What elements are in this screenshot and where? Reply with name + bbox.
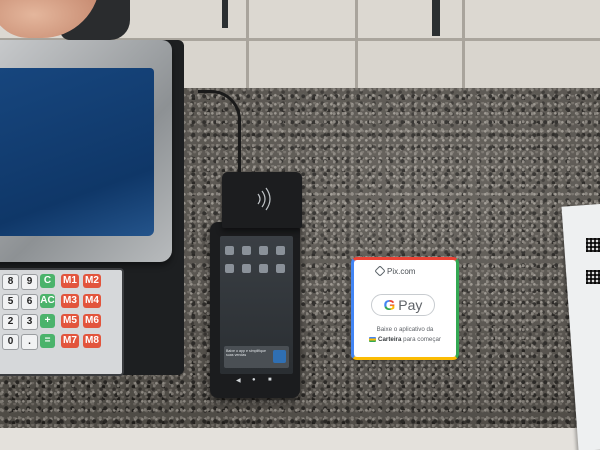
home-icon[interactable]: ●: [252, 377, 256, 383]
sticker-line-2: Carteira para começar: [354, 336, 456, 343]
scale-key[interactable]: M5: [61, 314, 79, 328]
app-icon[interactable]: [225, 264, 234, 273]
scale-key[interactable]: M2: [83, 274, 101, 288]
scale-key[interactable]: =: [40, 334, 55, 348]
pay-word: Pay: [398, 297, 423, 313]
scale-key[interactable]: 9: [21, 274, 38, 290]
scale-key[interactable]: M1: [61, 274, 79, 288]
wallet-word: Carteira: [378, 336, 402, 343]
counter-edge: [0, 428, 600, 450]
app-icon[interactable]: [276, 264, 285, 273]
photo-scene: 8 9 C M1 M2 5 6 AC M3 M4 2 3 + M5 M6 0 .…: [0, 0, 600, 450]
recent-apps-icon[interactable]: ■: [268, 377, 272, 383]
scale-key[interactable]: AC: [40, 294, 55, 308]
scale-keypad: 8 9 C M1 M2 5 6 AC M3 M4 2 3 + M5 M6 0 .…: [0, 268, 124, 376]
sticker-line-1: Baixe o aplicativo da: [376, 326, 434, 333]
chair-leg: [222, 0, 228, 28]
app-icon[interactable]: [259, 264, 268, 273]
scale-key[interactable]: 2: [2, 314, 19, 330]
pos-banner-logo: [273, 350, 286, 363]
wallet-icon: [369, 336, 377, 342]
google-pay-sticker: Pix.com G Pay Baixe o aplicativo da Cart…: [351, 257, 459, 360]
scale-key[interactable]: M8: [83, 334, 101, 348]
google-g-icon: G: [383, 296, 396, 314]
scale-key[interactable]: M6: [83, 314, 101, 328]
app-icon[interactable]: [242, 264, 251, 273]
contactless-icon: [257, 187, 271, 211]
scale-key[interactable]: 0: [2, 334, 19, 350]
back-icon[interactable]: ◀: [236, 377, 241, 384]
pos-promo-banner[interactable]: Baixe o app e simplifique suas vendas: [224, 346, 289, 368]
app-icon[interactable]: [259, 246, 268, 255]
qr-code: [586, 270, 600, 284]
scale-key[interactable]: .: [21, 334, 38, 350]
app-icon[interactable]: [242, 246, 251, 255]
scale-key[interactable]: 5: [2, 294, 19, 310]
scale-key[interactable]: M7: [61, 334, 79, 348]
scale-key[interactable]: M4: [83, 294, 101, 308]
pix-label: Pix.com: [387, 266, 416, 276]
qr-code: [586, 238, 600, 252]
pos-card-reader-head: [222, 172, 302, 228]
scale-key[interactable]: M3: [61, 294, 79, 308]
scale-key[interactable]: 6: [21, 294, 38, 310]
pos-cable: [198, 90, 241, 173]
scale-key[interactable]: 3: [21, 314, 38, 330]
chair-leg: [432, 0, 440, 36]
app-icon[interactable]: [225, 246, 234, 255]
pix-icon: [374, 265, 386, 277]
app-icon[interactable]: [276, 246, 285, 255]
google-pay-logo: G Pay: [371, 294, 435, 316]
scale-key[interactable]: C: [40, 274, 55, 288]
scale-blue-tray: [0, 68, 154, 236]
scale-key[interactable]: +: [40, 314, 55, 328]
pos-banner-text: Baixe o app e simplifique suas vendas: [226, 349, 266, 358]
scale-key[interactable]: 8: [2, 274, 19, 290]
sticker-line-2-rest: para começar: [401, 336, 441, 343]
pix-brand-row: Pix.com: [374, 265, 416, 277]
